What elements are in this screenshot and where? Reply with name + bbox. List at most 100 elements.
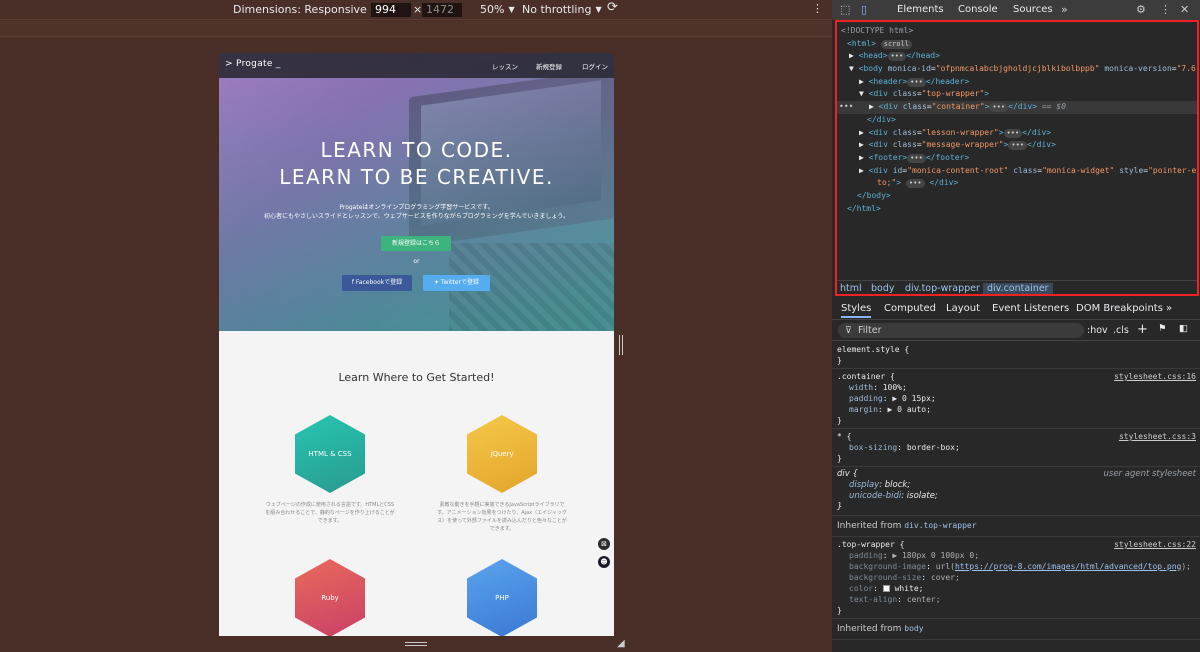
collapsed-ellipsis[interactable]: ••• [907,77,926,87]
site-logo[interactable]: > Progate _ [225,59,281,69]
inherited-element-link[interactable]: div.top-wrapper [904,521,976,530]
tab-dom-breakpoints[interactable]: DOM Breakpoints [1076,303,1163,314]
dom-line[interactable]: ▼ <body monica-id="ofpnmcalabcbjgholdjcj… [837,63,1197,76]
css-property[interactable]: margin: ▶ 0 auto; [837,404,1195,415]
lesson-hex-php[interactable]: PHP [467,559,537,636]
lesson-hex-ruby[interactable]: Ruby [295,559,365,636]
tab-layout[interactable]: Layout [946,303,980,314]
expand-triangle-icon[interactable]: ▶ [859,166,869,175]
dom-line[interactable]: ▶ <footer> ••• </footer> [837,152,1197,165]
styles-filter-input[interactable]: ⊽ Filter [838,323,1084,338]
zoom-dropdown[interactable]: 50% ▼ [480,3,515,16]
dom-line[interactable]: <!DOCTYPE html> [837,25,1197,38]
rule-container[interactable]: .container { stylesheet.css:16 width: 10… [832,369,1200,429]
inherited-element-link[interactable]: body [904,624,923,633]
tab-event-listeners[interactable]: Event Listeners [992,303,1069,314]
nav-lessons[interactable]: レッスン [492,61,518,71]
emulated-page-viewport[interactable]: LEARN TO CODE. LEARN TO BE CREATIVE. Pro… [219,53,614,636]
device-toolbar-icon[interactable]: ▯ [861,3,867,16]
rule-user-agent-div[interactable]: div { user agent stylesheet display: blo… [832,467,1200,516]
monica-bot-icon[interactable]: ☻ [598,556,610,568]
nav-signup[interactable]: 新規登録 [536,61,562,71]
tab-sources[interactable]: Sources [1013,4,1053,15]
css-property[interactable]: color: white; [837,583,1195,594]
height-input[interactable]: 1472 [422,3,462,17]
resize-handle-right[interactable] [619,335,623,355]
throttling-dropdown[interactable]: No throttling ▼ [522,3,602,16]
more-options-icon[interactable]: ⋮ [812,2,823,15]
tab-console[interactable]: Console [958,4,998,15]
sidebar-toggle-icon[interactable]: ◧ [1179,323,1188,334]
expand-triangle-icon[interactable]: ▶ [869,102,879,111]
tab-elements[interactable]: Elements [897,4,944,15]
lesson-hex-jquery[interactable]: jQuery [467,415,537,493]
collapsed-ellipsis[interactable]: ••• [1008,141,1028,151]
extension-icon[interactable]: ⊠ [598,538,610,550]
resize-handle-bottom[interactable] [405,642,427,646]
more-tabs-icon[interactable]: » [1166,303,1172,314]
paint-icon[interactable]: ⚑ [1158,323,1167,334]
width-input[interactable]: 994 [371,3,411,17]
expand-triangle-icon[interactable]: ▶ [859,140,869,149]
rule-source-link[interactable]: stylesheet.css:16 [1114,371,1196,382]
cls-toggle[interactable]: .cls [1113,325,1129,336]
css-property[interactable]: width: 100%; [837,382,1195,393]
css-property[interactable]: padding: ▶ 180px 0 100px 0; [837,550,1195,561]
collapsed-ellipsis[interactable]: ••• [989,103,1009,113]
breadcrumb-html[interactable]: html [840,283,862,294]
scroll-badge[interactable]: scroll [880,39,913,49]
gear-icon[interactable]: ⚙ [1136,3,1146,16]
tab-styles[interactable]: Styles [841,303,872,318]
kebab-menu-icon[interactable]: ⋮ [1160,3,1171,16]
close-icon[interactable]: ✕ [1180,3,1189,16]
rule-universal[interactable]: * { stylesheet.css:3 box-sizing: border-… [832,429,1200,467]
expand-triangle-icon[interactable]: ▶ [849,51,859,60]
css-property[interactable]: padding: ▶ 0 15px; [837,393,1195,404]
collapsed-ellipsis[interactable]: ••• [1003,128,1023,138]
dom-line[interactable]: ▼ <div class="top-wrapper"> [837,88,1197,101]
expand-triangle-icon[interactable]: ▶ [859,128,869,137]
css-property[interactable]: background-size: cover; [837,572,1195,583]
nav-login[interactable]: ログイン [582,61,608,71]
dom-line[interactable]: ▶ <div class="message-wrapper"> ••• </div> [837,139,1197,152]
lesson-hex-html-css[interactable]: HTML & CSS [295,415,365,493]
more-tabs-icon[interactable]: » [1061,3,1068,16]
collapse-triangle-icon[interactable]: ▼ [849,64,859,73]
collapsed-ellipsis[interactable]: ••• [907,153,926,163]
dom-line[interactable]: ▶ <head> ••• </head> [837,50,1197,63]
signup-button[interactable]: 新規登録はこちら [381,236,451,251]
collapsed-ellipsis[interactable]: ••• [887,52,907,62]
breadcrumb-top-wrapper[interactable]: div.top-wrapper [905,283,980,294]
dom-line[interactable]: to;"> ••• </div> [837,177,1197,190]
dom-line[interactable]: </html> [837,203,1197,216]
color-swatch[interactable] [882,585,890,592]
dom-line[interactable]: ▶ <div class="lesson-wrapper"> ••• </div> [837,127,1197,140]
hov-toggle[interactable]: :hov [1087,325,1108,336]
background-image-url-link[interactable]: https://prog-8.com/images/html/advanced/… [955,562,1181,571]
css-property[interactable]: text-align: center; [837,594,1195,605]
dimensions-dropdown[interactable]: Dimensions: Responsive ▼ [233,3,377,16]
rule-source-link[interactable]: stylesheet.css:3 [1119,431,1196,442]
collapsed-ellipsis[interactable]: ••• [905,179,925,189]
dom-line[interactable]: </div> [837,114,1197,127]
dom-line[interactable]: </body> [837,190,1197,203]
css-property[interactable]: background-image: url(https://prog-8.com… [837,561,1195,572]
add-rule-icon[interactable]: + [1137,322,1148,337]
dom-line[interactable]: <html> scroll [837,38,1197,51]
dom-line[interactable]: ▶ <header> ••• </header> [837,76,1197,89]
rule-element-style[interactable]: element.style { } [832,342,1200,369]
rotate-icon[interactable]: ⟳ [607,0,618,15]
rule-top-wrapper[interactable]: .top-wrapper { stylesheet.css:22 padding… [832,537,1200,619]
css-property[interactable]: box-sizing: border-box; [837,442,1195,453]
breadcrumb-body[interactable]: body [871,283,895,294]
breadcrumb-container[interactable]: div.container [983,283,1053,294]
expand-triangle-icon[interactable]: ▶ [859,77,869,86]
dom-line[interactable]: ▶ <div id="monica-content-root" class="m… [837,165,1197,178]
rule-source-link[interactable]: stylesheet.css:22 [1114,539,1196,550]
row-menu-icon[interactable]: ••• [839,101,853,114]
tab-computed[interactable]: Computed [884,303,936,314]
collapse-triangle-icon[interactable]: ▼ [859,89,869,98]
facebook-signup-button[interactable]: f Facebookで登録 [342,275,412,291]
resize-handle-corner[interactable]: ◢ [617,638,625,649]
twitter-signup-button[interactable]: ✦ Twitterで登録 [423,275,490,291]
